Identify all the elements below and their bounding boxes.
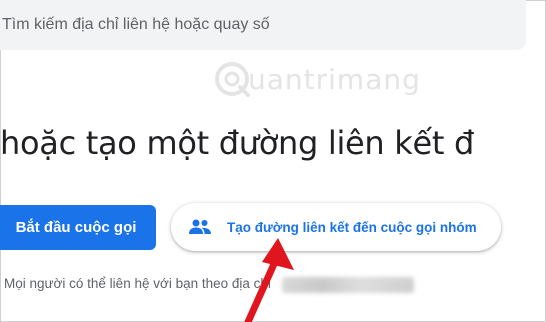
- contact-note: Mọi người có thể liên hệ với bạn theo đị…: [4, 276, 271, 291]
- quantrimang-logo-icon: [215, 62, 250, 97]
- redacted-email: [282, 277, 414, 293]
- search-bar[interactable]: [0, 0, 526, 50]
- create-group-link-label: Tạo đường liên kết đến cuộc gọi nhóm: [227, 219, 477, 235]
- watermark: uantrimang: [212, 58, 421, 100]
- page-headline: hoặc tạo một đường liên kết đ: [0, 124, 475, 162]
- watermark-text: uantrimang: [248, 62, 421, 96]
- start-call-button[interactable]: Bắt đầu cuộc gọi: [0, 205, 156, 250]
- create-group-link-button[interactable]: Tạo đường liên kết đến cuộc gọi nhóm: [171, 203, 501, 251]
- group-people-icon: [189, 219, 211, 234]
- red-arrow-icon: [244, 238, 294, 322]
- search-input[interactable]: [0, 0, 520, 50]
